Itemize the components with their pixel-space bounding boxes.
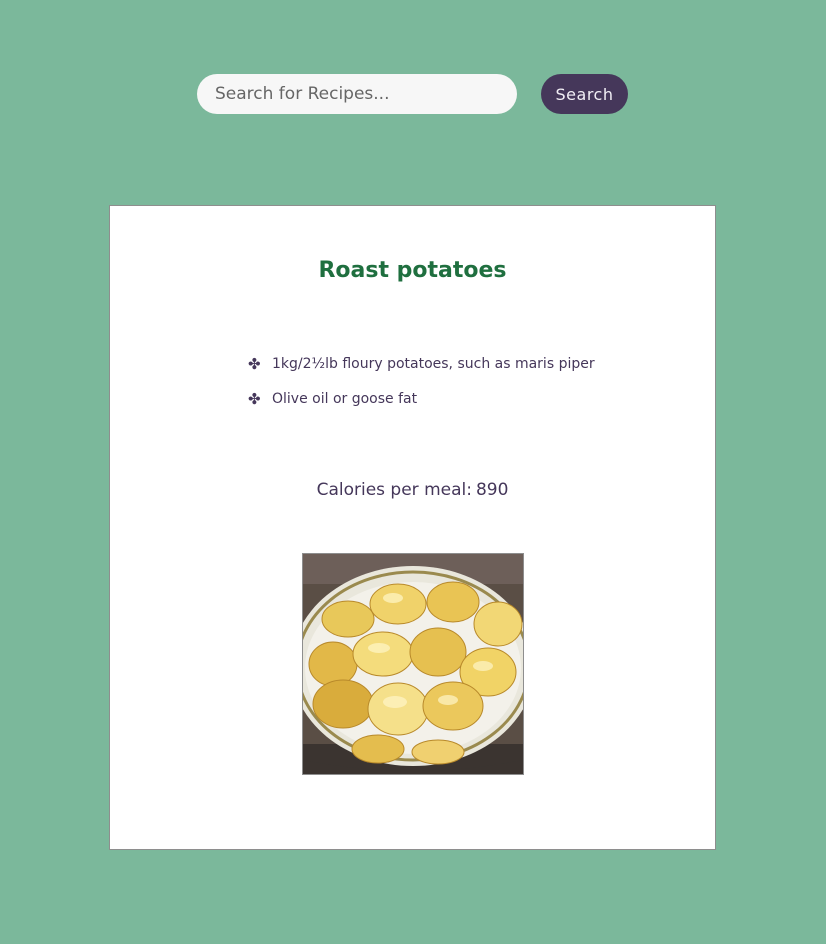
search-button[interactable]: Search xyxy=(541,74,628,114)
four-leaf-clover-icon: ✤ xyxy=(248,354,261,373)
calories-info: Calories per meal: 890 xyxy=(110,480,715,500)
search-input[interactable] xyxy=(197,74,517,114)
ingredient-list: ✤ 1kg/2½lb floury potatoes, such as mari… xyxy=(248,346,595,416)
calories-label: Calories per meal: xyxy=(316,480,472,500)
ingredient-item: ✤ 1kg/2½lb floury potatoes, such as mari… xyxy=(248,346,595,381)
calories-value: 890 xyxy=(475,480,509,500)
ingredient-text: Olive oil or goose fat xyxy=(272,390,418,407)
roast-potatoes-photo xyxy=(303,554,523,774)
search-bar: Search xyxy=(0,74,826,114)
four-leaf-clover-icon: ✤ xyxy=(248,389,261,408)
ingredient-text: 1kg/2½lb floury potatoes, such as maris … xyxy=(272,355,595,372)
ingredient-item: ✤ Olive oil or goose fat xyxy=(248,381,595,416)
recipe-title: Roast potatoes xyxy=(318,258,507,283)
recipe-image xyxy=(302,553,524,775)
recipe-card: Roast potatoes ✤ 1kg/2½lb floury potatoe… xyxy=(109,205,716,850)
